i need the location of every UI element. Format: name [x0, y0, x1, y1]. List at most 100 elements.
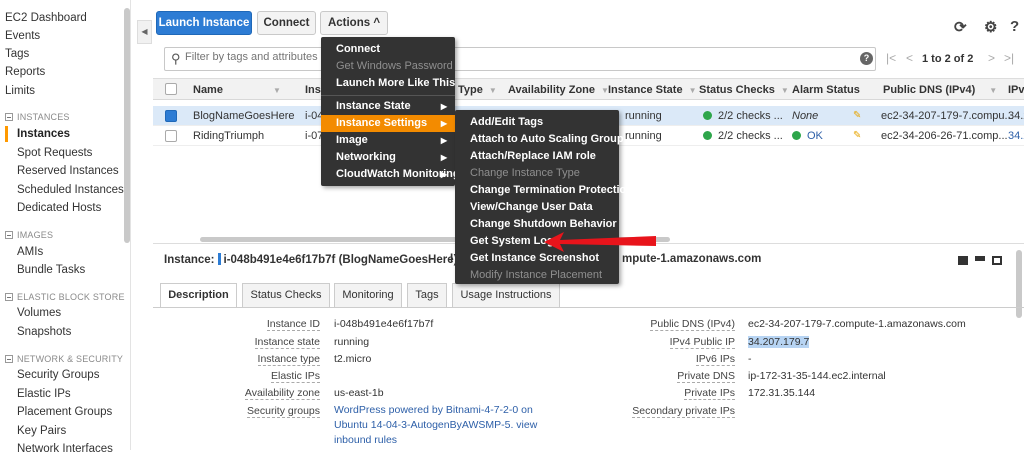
cell-name: BlogNameGoesHere — [193, 110, 295, 122]
menu-item-networking[interactable]: Networking ▶ — [321, 149, 455, 166]
sidebar-item-instances[interactable]: Instances — [17, 128, 70, 140]
menu-item-launch-more[interactable]: Launch More Like This — [321, 75, 455, 92]
sidebar-item-events[interactable]: Events — [5, 30, 40, 42]
row-checkbox[interactable] — [165, 130, 177, 142]
menu-separator — [321, 95, 455, 96]
col-availability-zone[interactable]: Availability Zone ▼ — [508, 84, 609, 96]
last-page-icon[interactable]: >| — [1004, 51, 1014, 65]
field-value: 34.207.179.7 — [748, 336, 810, 348]
security-groups-link[interactable]: WordPress powered by Bitnami-4-7-2-0 on … — [334, 403, 544, 448]
sidebar-section-ebs[interactable]: ELASTIC BLOCK STORE — [5, 292, 125, 302]
col-alarm-status[interactable]: Alarm Status — [792, 84, 860, 96]
col-public-dns[interactable]: Public DNS (IPv4) ▼ — [883, 84, 997, 96]
menu-item-user-data[interactable]: View/Change User Data — [455, 199, 619, 216]
field-label: IPv6 IPs — [695, 353, 735, 366]
sidebar-item-reserved-instances[interactable]: Reserved Instances — [17, 165, 119, 177]
sidebar-item-placement-groups[interactable]: Placement Groups — [17, 406, 112, 418]
menu-item-add-edit-tags[interactable]: Add/Edit Tags — [455, 114, 619, 131]
tab-monitoring[interactable]: Monitoring — [334, 283, 402, 307]
filter-help-icon[interactable]: ? — [860, 52, 873, 65]
filter-bar[interactable]: ⚲ — [164, 47, 876, 71]
check-ok-icon — [703, 131, 712, 140]
chevron-right-icon: ▶ — [440, 153, 447, 162]
field-label: Secondary private IPs — [632, 405, 735, 418]
col-instance-type[interactable]: Type ▼ — [458, 84, 497, 96]
actions-button[interactable]: Actions ^ — [320, 11, 388, 35]
field-value: running — [334, 336, 370, 348]
sidebar-item-amis[interactable]: AMIs — [17, 246, 43, 258]
sidebar-section-label: IMAGES — [17, 230, 54, 240]
prev-page-icon[interactable]: < — [906, 51, 913, 65]
menu-item-termination-protection[interactable]: Change Termination Protection — [455, 182, 633, 199]
row-checkbox[interactable] — [165, 110, 177, 122]
chevron-left-icon: ◀ — [141, 27, 148, 36]
field-value: - — [748, 353, 752, 365]
field-value: us-east-1b — [334, 387, 384, 399]
sidebar-item-key-pairs[interactable]: Key Pairs — [17, 425, 66, 437]
cell-status-checks: 2/2 checks ... — [703, 130, 783, 142]
help-icon[interactable]: ? — [1010, 18, 1019, 35]
pane-minimize-icon[interactable] — [958, 256, 968, 265]
tab-usage-instructions[interactable]: Usage Instructions — [452, 283, 560, 307]
sidebar-item-reports[interactable]: Reports — [5, 66, 45, 78]
connect-button[interactable]: Connect — [257, 11, 316, 35]
check-ok-icon — [703, 111, 712, 120]
gear-icon[interactable]: ⚙ — [984, 18, 997, 36]
tab-tags[interactable]: Tags — [407, 283, 447, 307]
refresh-icon[interactable]: ⟳ — [954, 18, 967, 36]
sidebar-item-security-groups[interactable]: Security Groups — [17, 369, 99, 381]
sidebar-section-label: INSTANCES — [17, 112, 70, 122]
chevron-right-icon: ▶ — [440, 102, 447, 111]
menu-item-connect[interactable]: Connect — [321, 41, 455, 58]
menu-item-instance-state[interactable]: Instance State ▶ — [321, 98, 455, 115]
col-ipv4[interactable]: IPv — [1008, 84, 1024, 96]
tab-underline — [153, 307, 1024, 308]
menu-item-change-instance-type: Change Instance Type — [470, 167, 580, 179]
cell-public-dns: ec2-34-206-26-71.comp... — [881, 130, 1008, 142]
sidebar-item-spot-requests[interactable]: Spot Requests — [17, 147, 92, 159]
sidebar-section-instances[interactable]: INSTANCES — [5, 112, 70, 122]
field-value: ec2-34-207-179-7.compute-1.amazonaws.com — [748, 318, 966, 330]
cell-alarm: OK — [792, 130, 823, 142]
field-label: Public DNS (IPv4) — [650, 318, 735, 331]
col-name[interactable]: Name ▼ — [193, 84, 281, 96]
sidebar-section-images[interactable]: IMAGES — [5, 230, 53, 240]
pane-maximize-icon[interactable] — [992, 256, 1002, 265]
tab-description[interactable]: Description — [160, 283, 237, 308]
col-instance-state[interactable]: Instance State ▼ — [608, 84, 697, 96]
menu-item-cloudwatch[interactable]: CloudWatch Monitoring ▶ — [321, 166, 460, 183]
field-label: Availability zone — [244, 387, 320, 400]
menu-item-image[interactable]: Image ▶ — [321, 132, 455, 149]
col-status-checks[interactable]: Status Checks ▼ — [699, 84, 789, 96]
pane-split-icon[interactable] — [975, 256, 985, 261]
filter-input[interactable] — [185, 51, 325, 63]
next-page-icon[interactable]: > — [988, 51, 995, 65]
tab-status-checks[interactable]: Status Checks — [242, 283, 330, 307]
first-page-icon[interactable]: |< — [886, 51, 896, 65]
menu-item-instance-settings[interactable]: Instance Settings ▶ — [321, 115, 455, 132]
sidebar-item-bundle-tasks[interactable]: Bundle Tasks — [17, 264, 85, 276]
alarm-bell-icon[interactable]: ✎ — [853, 130, 865, 141]
sidebar-item-tags[interactable]: Tags — [5, 48, 29, 60]
cell-state: running — [625, 110, 662, 122]
alarm-bell-icon[interactable]: ✎ — [853, 110, 865, 121]
sidebar-item-ec2-dashboard[interactable]: EC2 Dashboard — [5, 12, 87, 24]
sidebar-scrollbar[interactable] — [124, 8, 130, 243]
sidebar-item-limits[interactable]: Limits — [5, 85, 35, 97]
sidebar-item-dedicated-hosts[interactable]: Dedicated Hosts — [17, 202, 101, 214]
search-icon: ⚲ — [171, 51, 181, 66]
sidebar-item-snapshots[interactable]: Snapshots — [17, 326, 71, 338]
cell-public-dns: ec2-34-207-179-7.compu... — [881, 110, 1014, 122]
sidebar-item-scheduled-instances[interactable]: Scheduled Instances — [17, 184, 124, 196]
sidebar-section-network-security[interactable]: NETWORK & SECURITY — [5, 354, 123, 364]
collapse-icon — [5, 231, 13, 239]
launch-instance-button[interactable]: Launch Instance — [156, 11, 252, 35]
sidebar-item-elastic-ips[interactable]: Elastic IPs — [17, 388, 71, 400]
sidebar-item-network-interfaces[interactable]: Network Interfaces — [17, 443, 113, 455]
sidebar-item-volumes[interactable]: Volumes — [17, 307, 61, 319]
menu-item-attach-asg[interactable]: Attach to Auto Scaling Group — [455, 131, 624, 148]
menu-item-attach-iam-role[interactable]: Attach/Replace IAM role — [455, 148, 619, 165]
sidebar-collapse-button[interactable]: ◀ — [137, 20, 152, 44]
col-instance-id[interactable]: Ins — [305, 84, 321, 96]
select-all-checkbox[interactable] — [165, 83, 177, 95]
